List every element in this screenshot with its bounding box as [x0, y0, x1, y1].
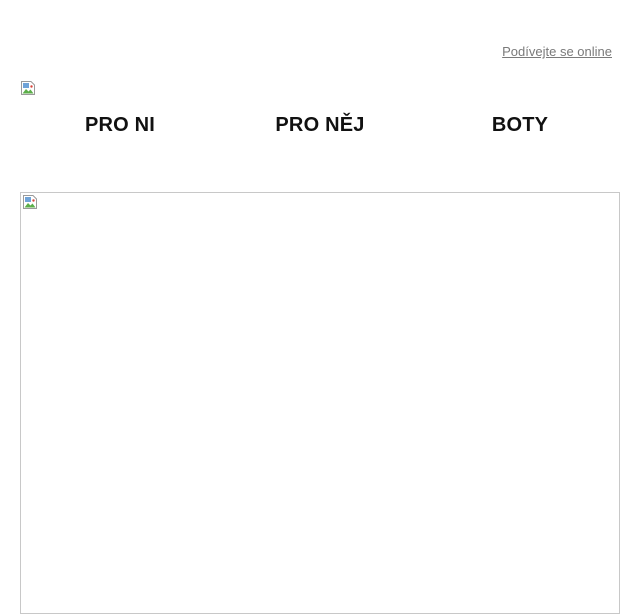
broken-image-icon — [23, 195, 37, 209]
nav-item-boty[interactable]: BOTY — [420, 114, 620, 137]
nav-item-pro-nej[interactable]: PRO NĚJ — [220, 114, 420, 137]
nav-item-pro-ni[interactable]: PRO NI — [20, 114, 220, 137]
main-navigation: PRO NI PRO NĚJ BOTY — [20, 114, 620, 137]
view-online-link[interactable]: Podívejte se online — [502, 44, 612, 59]
broken-image-icon[interactable] — [20, 80, 36, 96]
hero-image-placeholder[interactable] — [20, 192, 620, 614]
